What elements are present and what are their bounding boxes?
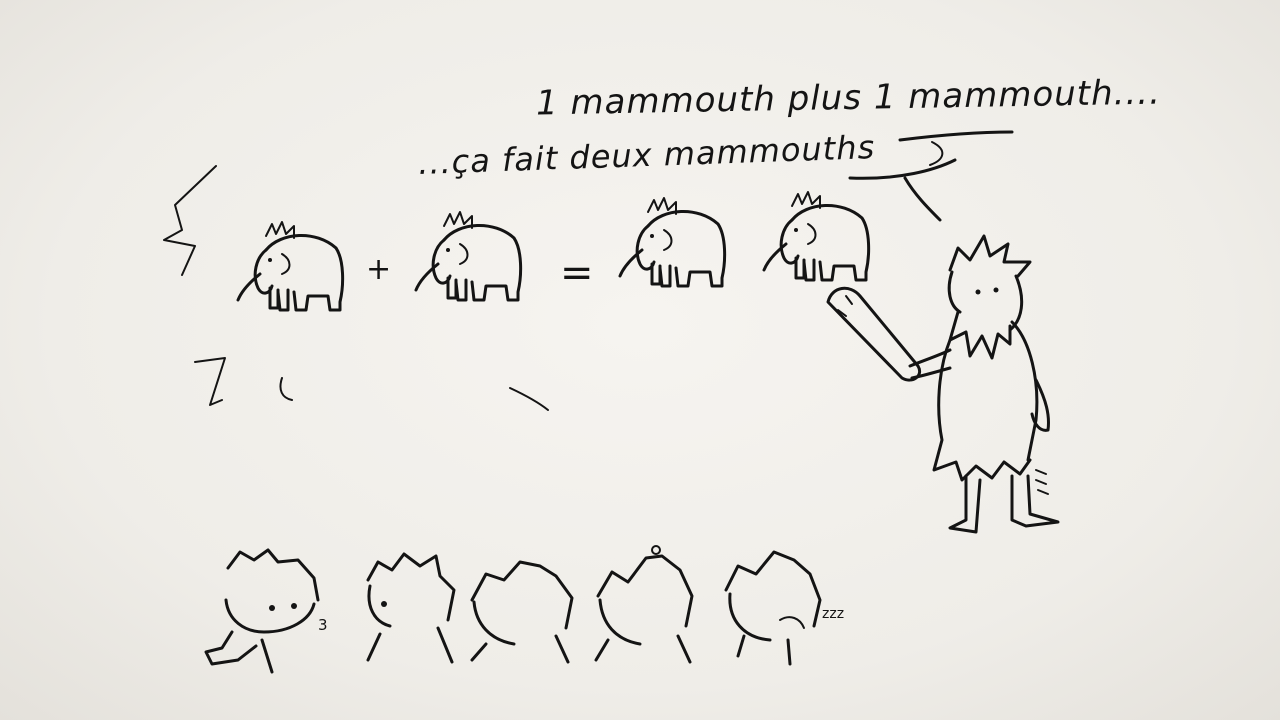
- student-2: [366, 552, 456, 664]
- student-3: [470, 560, 574, 664]
- student-5: [724, 550, 822, 666]
- student-1: [204, 548, 320, 674]
- ink-drawings: [163, 130, 1060, 674]
- scribble-marks: [163, 165, 549, 411]
- speech-bubble-pointer: [848, 130, 1014, 222]
- mammoth-result-2: [762, 190, 871, 282]
- mammoth-middle: [414, 210, 523, 302]
- mammoth-left: [236, 220, 345, 312]
- whiteboard-drawing: 1 mammouth plus 1 mammouth.... ...ça fai…: [0, 0, 1280, 720]
- student-4: [594, 545, 694, 664]
- mammoth-result-1: [618, 196, 727, 288]
